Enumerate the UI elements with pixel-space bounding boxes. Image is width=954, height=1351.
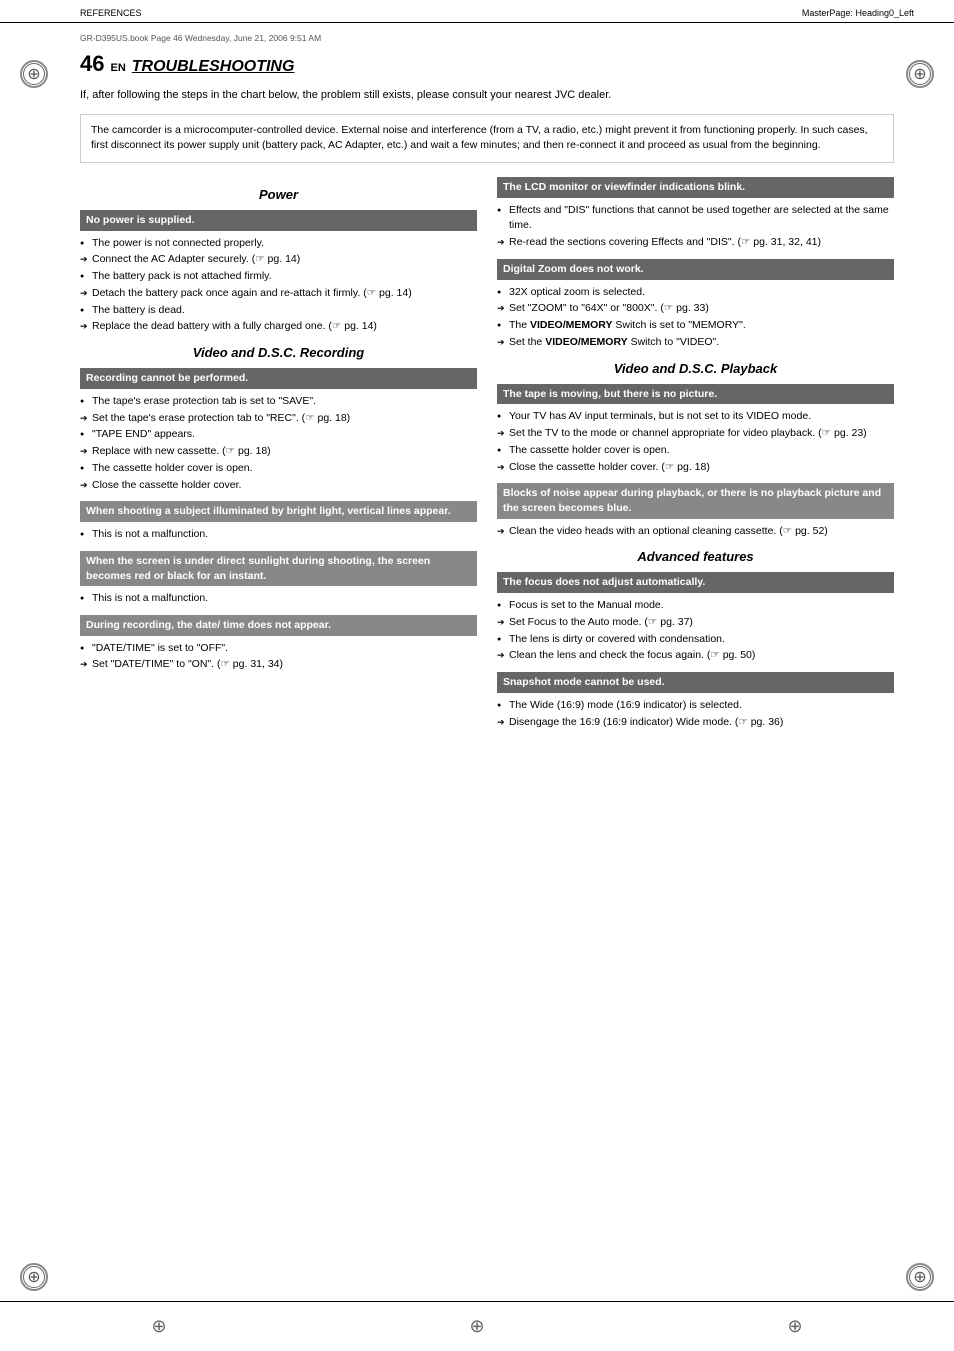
right-column: The LCD monitor or viewfinder indication… (497, 177, 894, 738)
shooting-bright-list: This is not a malfunction. (80, 527, 477, 543)
sunlight-list: This is not a malfunction. (80, 591, 477, 607)
datetime-heading: During recording, the date/ time does no… (80, 615, 477, 636)
bottom-bar: ⊕ ⊕ ⊕ (0, 1301, 954, 1351)
list-item: "DATE/TIME" is set to "OFF". (80, 641, 477, 657)
focus-list: Focus is set to the Manual mode. Set Foc… (497, 598, 894, 664)
no-power-list: The power is not connected properly. Con… (80, 236, 477, 336)
list-item: Focus is set to the Manual mode. (497, 598, 894, 614)
page-en-label: EN (110, 62, 125, 74)
list-item: Close the cassette holder cover. (80, 478, 477, 494)
list-item: The power is not connected properly. (80, 236, 477, 252)
list-item: Effects and "DIS" functions that cannot … (497, 203, 894, 235)
list-item: Set "ZOOM" to "64X" or "800X". (☞ pg. 33… (497, 301, 894, 317)
tape-moving-heading: The tape is moving, but there is no pict… (497, 384, 894, 405)
list-item: The battery is dead. (80, 303, 477, 319)
tape-moving-list: Your TV has AV input terminals, but is n… (497, 409, 894, 475)
list-item: Detach the battery pack once again and r… (80, 286, 477, 302)
blocks-noise-list: Clean the video heads with an optional c… (497, 524, 894, 540)
digital-zoom-heading: Digital Zoom does not work. (497, 259, 894, 280)
digital-zoom-block: Digital Zoom does not work. 32X optical … (497, 259, 894, 351)
lcd-block: The LCD monitor or viewfinder indication… (497, 177, 894, 251)
crosshair-tr (909, 63, 931, 85)
focus-block: The focus does not adjust automatically.… (497, 572, 894, 664)
sunlight-block: When the screen is under direct sunlight… (80, 551, 477, 607)
list-item: Clean the video heads with an optional c… (497, 524, 894, 540)
list-item: Set the TV to the mode or channel approp… (497, 426, 894, 442)
list-item: Set the tape's erase protection tab to "… (80, 411, 477, 427)
snapshot-block: Snapshot mode cannot be used. The Wide (… (497, 672, 894, 730)
info-box: The camcorder is a microcomputer-control… (80, 114, 894, 164)
list-item: Your TV has AV input terminals, but is n… (497, 409, 894, 425)
list-item: Replace the dead battery with a fully ch… (80, 319, 477, 335)
sunlight-heading: When the screen is under direct sunlight… (80, 551, 477, 586)
corner-decoration-tl (20, 60, 48, 88)
list-item: The tape's erase protection tab is set t… (80, 394, 477, 410)
power-section-heading: Power (80, 187, 477, 202)
focus-heading: The focus does not adjust automatically. (497, 572, 894, 593)
blocks-noise-heading: Blocks of noise appear during playback, … (497, 483, 894, 518)
list-item: Close the cassette holder cover. (☞ pg. … (497, 460, 894, 476)
list-item: 32X optical zoom is selected. (497, 285, 894, 301)
page-number: 46 (80, 51, 104, 77)
blocks-noise-block: Blocks of noise appear during playback, … (497, 483, 894, 539)
shooting-bright-heading: When shooting a subject illuminated by b… (80, 501, 477, 522)
crosshair-br (909, 1266, 931, 1288)
datetime-list: "DATE/TIME" is set to "OFF". Set "DATE/T… (80, 641, 477, 674)
masterpage-label: MasterPage: Heading0_Left (802, 8, 914, 18)
list-item: The cassette holder cover is open. (497, 443, 894, 459)
bottom-crosshair-left: ⊕ (151, 1316, 166, 1337)
lcd-heading: The LCD monitor or viewfinder indication… (497, 177, 894, 198)
two-column-layout: Power No power is supplied. The power is… (80, 177, 894, 738)
list-item: The battery pack is not attached firmly. (80, 269, 477, 285)
page: REFERENCES MasterPage: Heading0_Left GR-… (0, 0, 954, 1351)
list-item: This is not a malfunction. (80, 527, 477, 543)
content-area: GR-D395US.book Page 46 Wednesday, June 2… (0, 23, 954, 758)
list-item: Disengage the 16:9 (16:9 indicator) Wide… (497, 715, 894, 731)
list-item: Replace with new cassette. (☞ pg. 18) (80, 444, 477, 460)
list-item: The VIDEO/MEMORY Switch is set to "MEMOR… (497, 318, 894, 334)
left-column: Power No power is supplied. The power is… (80, 177, 477, 738)
list-item: The lens is dirty or covered with conden… (497, 632, 894, 648)
shooting-bright-block: When shooting a subject illuminated by b… (80, 501, 477, 542)
list-item: Clean the lens and check the focus again… (497, 648, 894, 664)
digital-zoom-list: 32X optical zoom is selected. Set "ZOOM"… (497, 285, 894, 351)
list-item: Set the VIDEO/MEMORY Switch to "VIDEO". (497, 335, 894, 351)
list-item: This is not a malfunction. (80, 591, 477, 607)
corner-decoration-bl (20, 1263, 48, 1291)
top-bar: REFERENCES MasterPage: Heading0_Left (0, 0, 954, 23)
advanced-features-heading: Advanced features (497, 549, 894, 564)
list-item: Connect the AC Adapter securely. (☞ pg. … (80, 252, 477, 268)
references-label: REFERENCES (80, 8, 142, 18)
crosshair-tl (23, 63, 45, 85)
no-power-heading: No power is supplied. (80, 210, 477, 231)
recording-cannot-list: The tape's erase protection tab is set t… (80, 394, 477, 494)
video-dsc-recording-heading: Video and D.S.C. Recording (80, 345, 477, 360)
list-item: Set "DATE/TIME" to "ON". (☞ pg. 31, 34) (80, 657, 477, 673)
tape-moving-block: The tape is moving, but there is no pict… (497, 384, 894, 476)
intro-text: If, after following the steps in the cha… (80, 87, 894, 104)
snapshot-heading: Snapshot mode cannot be used. (497, 672, 894, 693)
datetime-block: During recording, the date/ time does no… (80, 615, 477, 673)
lcd-list: Effects and "DIS" functions that cannot … (497, 203, 894, 251)
crosshair-bl (23, 1266, 45, 1288)
list-item: "TAPE END" appears. (80, 427, 477, 443)
list-item: The Wide (16:9) mode (16:9 indicator) is… (497, 698, 894, 714)
page-heading: 46 EN TROUBLESHOOTING (80, 51, 894, 77)
corner-decoration-br (906, 1263, 934, 1291)
bottom-crosshair-center: ⊕ (469, 1316, 484, 1337)
snapshot-list: The Wide (16:9) mode (16:9 indicator) is… (497, 698, 894, 731)
recording-cannot-block: Recording cannot be performed. The tape'… (80, 368, 477, 493)
file-info: GR-D395US.book Page 46 Wednesday, June 2… (80, 33, 894, 43)
bottom-crosshair-right: ⊕ (787, 1316, 802, 1337)
no-power-block: No power is supplied. The power is not c… (80, 210, 477, 335)
recording-cannot-heading: Recording cannot be performed. (80, 368, 477, 389)
list-item: Re-read the sections covering Effects an… (497, 235, 894, 251)
corner-decoration-tr (906, 60, 934, 88)
list-item: The cassette holder cover is open. (80, 461, 477, 477)
list-item: Set Focus to the Auto mode. (☞ pg. 37) (497, 615, 894, 631)
page-title: TROUBLESHOOTING (132, 58, 295, 76)
video-dsc-playback-heading: Video and D.S.C. Playback (497, 361, 894, 376)
